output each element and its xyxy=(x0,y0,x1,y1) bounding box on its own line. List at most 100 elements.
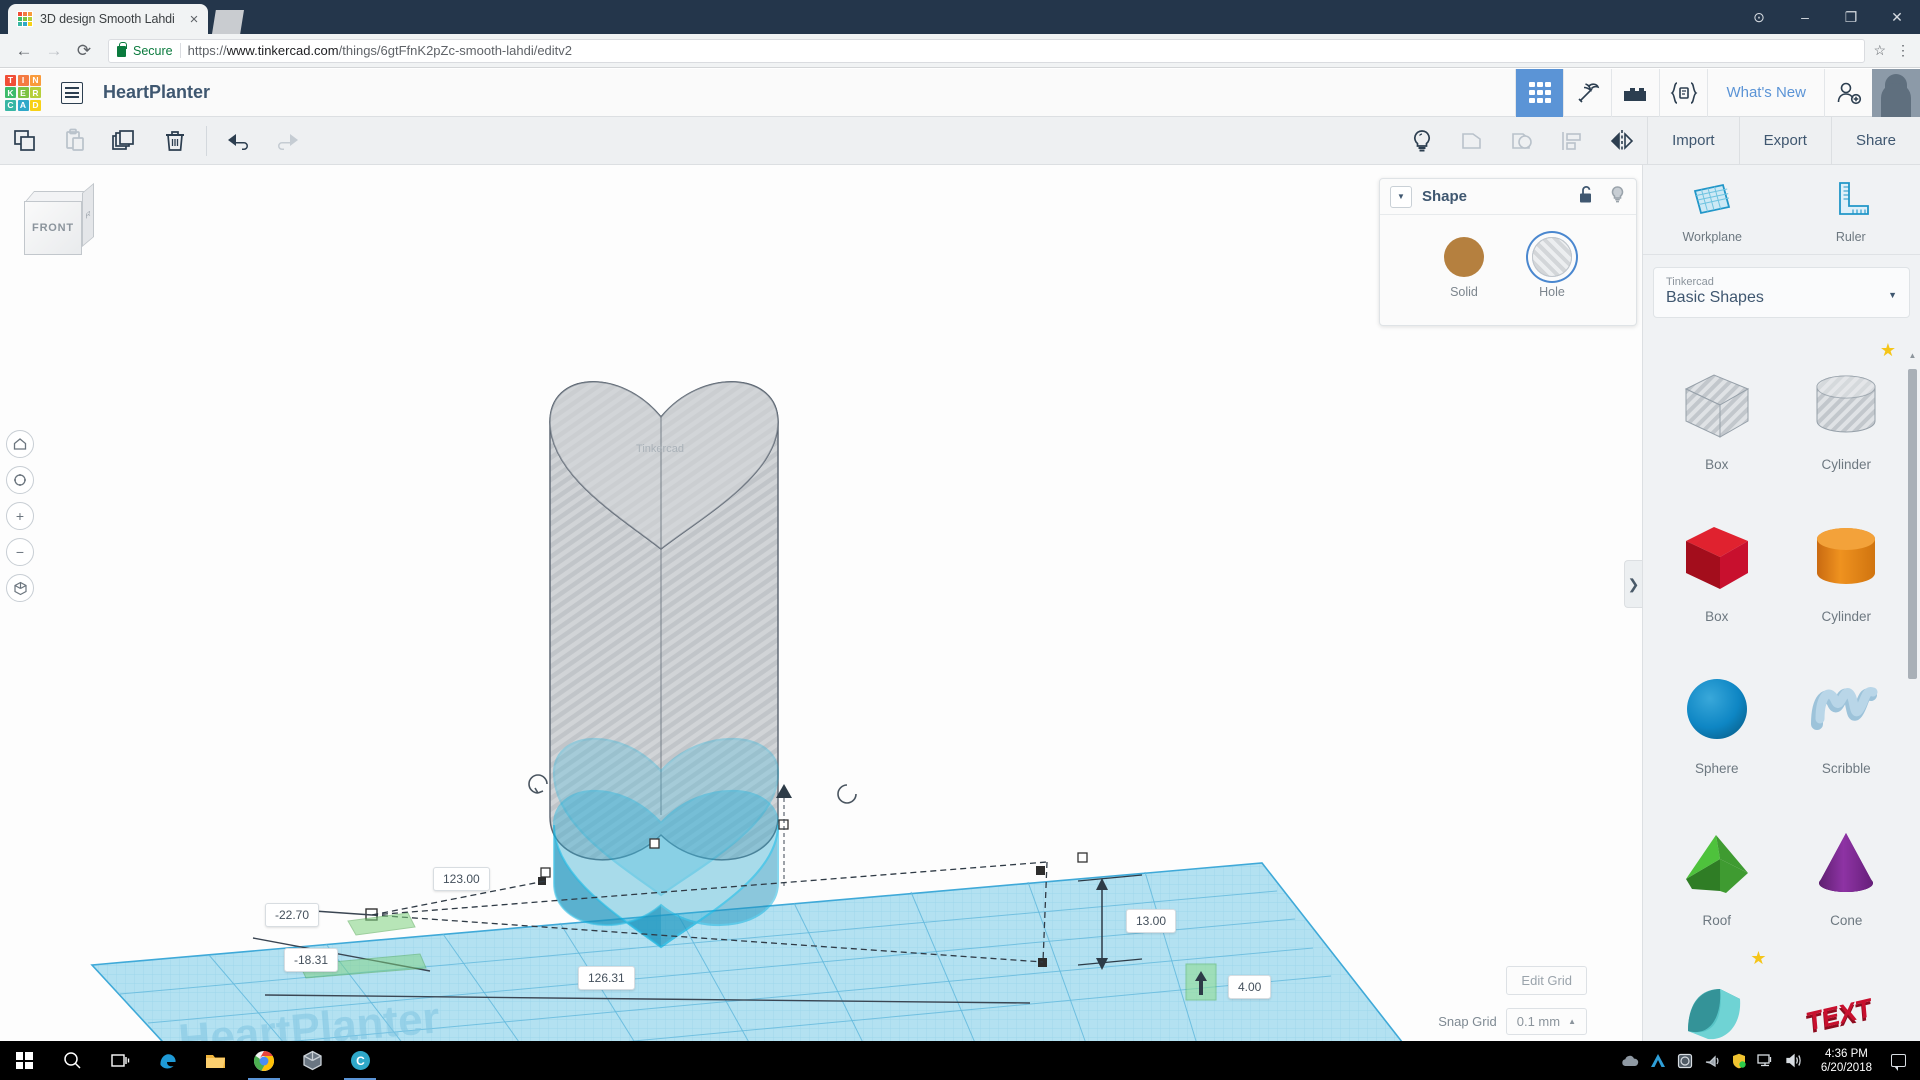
favorite-star-icon[interactable]: ★ xyxy=(1750,948,1766,969)
shield-icon[interactable] xyxy=(1732,1053,1746,1069)
action-center-icon[interactable] xyxy=(1891,1054,1906,1071)
hole-option[interactable]: Hole xyxy=(1532,237,1572,299)
3d-builder-icon[interactable] xyxy=(288,1041,336,1080)
edge-icon[interactable] xyxy=(144,1041,192,1080)
autodesk-icon[interactable] xyxy=(1650,1053,1666,1068)
design-name[interactable]: HeartPlanter xyxy=(103,82,210,103)
new-tab-button[interactable] xyxy=(212,10,244,34)
add-user-icon[interactable] xyxy=(1824,68,1872,117)
unlock-icon[interactable] xyxy=(1578,185,1595,209)
shape-label: Scribble xyxy=(1821,761,1871,776)
shape-scribble[interactable]: Scribble xyxy=(1787,642,1907,780)
back-button[interactable]: ← xyxy=(10,37,38,65)
scroll-up-arrow-icon[interactable]: ▲ xyxy=(1908,351,1917,360)
workplane-tool-label: Workplane xyxy=(1682,230,1743,244)
lightbulb-icon[interactable] xyxy=(1609,185,1626,209)
chevron-down-icon[interactable]: ▼ xyxy=(1888,290,1897,300)
reload-button[interactable]: ⟳ xyxy=(70,37,98,65)
browser-tab[interactable]: 3D design Smooth Lahdi × xyxy=(8,4,208,34)
scrollbar-thumb[interactable] xyxy=(1908,369,1917,679)
shape-cylinder-hole[interactable]: ★ Cylinder xyxy=(1787,338,1907,476)
shape-cone[interactable]: Cone xyxy=(1787,794,1907,932)
grid-icon[interactable] xyxy=(1515,68,1564,117)
search-icon[interactable] xyxy=(48,1041,96,1080)
clock-date: 6/20/2018 xyxy=(1820,1061,1872,1074)
chevron-down-icon[interactable]: ▼ xyxy=(1390,185,1412,208)
y-offset-dimension-label[interactable]: -18.31 xyxy=(284,948,339,972)
x-offset-dimension-label[interactable]: -22.70 xyxy=(265,903,320,927)
solid-swatch[interactable] xyxy=(1444,237,1484,277)
home-view-icon[interactable] xyxy=(6,430,34,458)
workplane-tool[interactable]: Workplane xyxy=(1643,179,1782,244)
designs-list-icon[interactable] xyxy=(61,81,83,104)
tinkercad-app-icon[interactable]: C xyxy=(336,1041,384,1080)
delete-icon[interactable] xyxy=(150,117,200,165)
share-button[interactable]: Share xyxy=(1830,116,1920,165)
onedrive-icon[interactable] xyxy=(1621,1054,1639,1067)
user-avatar[interactable] xyxy=(1872,68,1920,117)
copy-icon[interactable] xyxy=(0,117,50,165)
shape-cylinder-solid[interactable]: Cylinder xyxy=(1787,490,1907,628)
browser-menu-icon[interactable]: ⋮ xyxy=(1896,42,1910,59)
shapes-scrollbar[interactable]: ▲ xyxy=(1908,351,1917,991)
profile-icon[interactable]: ⊙ xyxy=(1736,0,1782,34)
selected-heart-shape[interactable] xyxy=(552,737,780,949)
solid-option[interactable]: Solid xyxy=(1444,237,1484,299)
shape-box-hole[interactable]: Box xyxy=(1657,338,1777,476)
tab-close-icon[interactable]: × xyxy=(186,12,202,27)
explorer-icon[interactable] xyxy=(192,1041,240,1080)
minimize-button[interactable]: – xyxy=(1782,0,1828,34)
ruler-tool[interactable]: Ruler xyxy=(1782,179,1920,244)
shape-label: Sphere xyxy=(1694,761,1739,776)
view-cube-front-face[interactable]: FRONT xyxy=(24,201,82,255)
import-button[interactable]: Import xyxy=(1647,116,1739,165)
forward-button: → xyxy=(45,40,63,60)
shapes-sidebar: Workplane Ruler Tinkercad Basic Shapes ▼ xyxy=(1642,165,1920,1057)
viewport-nav-controls[interactable]: + − xyxy=(6,430,34,602)
height-dimension-label[interactable]: 13.00 xyxy=(1126,909,1177,933)
view-cube[interactable]: R FRONT xyxy=(24,182,98,255)
duplicate-icon[interactable] xyxy=(100,117,150,165)
zoom-in-icon[interactable]: + xyxy=(6,502,34,530)
sound-device-icon[interactable] xyxy=(1704,1053,1721,1068)
codeblocks-icon[interactable] xyxy=(1659,68,1707,117)
network-icon[interactable] xyxy=(1757,1053,1774,1068)
shape-roof[interactable]: Roof xyxy=(1657,794,1777,932)
3d-viewer-icon[interactable] xyxy=(1677,1053,1693,1069)
logo-letter: I xyxy=(17,74,29,86)
zoom-out-icon[interactable]: − xyxy=(6,538,34,566)
ortho-view-icon[interactable] xyxy=(6,574,34,602)
shape-box-solid[interactable]: Box xyxy=(1657,490,1777,628)
snap-grid-select[interactable]: 0.1 mm ▲ xyxy=(1505,1008,1587,1035)
shapes-grid[interactable]: Box ★ Cylinder Box Cylinder Sphere Scrib… xyxy=(1643,330,1920,1057)
bookmark-star-icon[interactable]: ☆ xyxy=(1873,42,1886,59)
shape-library-dropdown[interactable]: Tinkercad Basic Shapes ▼ xyxy=(1653,267,1910,318)
blocks-icon[interactable] xyxy=(1611,68,1659,117)
tinkercad-logo[interactable]: T I N K E R C A D xyxy=(5,74,41,111)
hole-swatch[interactable] xyxy=(1532,237,1572,277)
width-dimension-label[interactable]: 126.31 xyxy=(578,966,635,990)
close-window-button[interactable]: ✕ xyxy=(1874,0,1920,34)
windows-start-icon[interactable] xyxy=(0,1041,48,1080)
undo-icon[interactable] xyxy=(213,117,263,165)
export-button[interactable]: Export xyxy=(1738,116,1831,165)
whats-new-link[interactable]: What's New xyxy=(1707,68,1824,117)
chrome-icon[interactable] xyxy=(240,1041,288,1080)
address-bar[interactable]: Secure https://www.tinkercad.com/things/… xyxy=(108,38,1866,63)
snap-grid-row: Snap Grid 0.1 mm ▲ xyxy=(1438,1008,1587,1035)
panel-collapse-button[interactable]: ❯ xyxy=(1624,560,1642,608)
shape-sphere[interactable]: Sphere xyxy=(1657,642,1777,780)
maximize-button[interactable]: ❐ xyxy=(1828,0,1874,34)
length-dimension-label[interactable]: 123.00 xyxy=(433,867,490,891)
fit-view-icon[interactable] xyxy=(6,466,34,494)
pickaxe-icon[interactable] xyxy=(1563,68,1611,117)
volume-icon[interactable] xyxy=(1785,1053,1802,1068)
favorite-star-icon[interactable]: ★ xyxy=(1880,340,1896,361)
view-cube-side-face[interactable]: R xyxy=(82,182,94,247)
z-offset-dimension-label[interactable]: 4.00 xyxy=(1228,975,1272,999)
lightbulb-icon[interactable] xyxy=(1397,117,1447,165)
taskbar-clock[interactable]: 4:36 PM 6/20/2018 xyxy=(1813,1047,1880,1075)
task-view-icon[interactable] xyxy=(96,1041,144,1080)
mirror-icon[interactable] xyxy=(1597,117,1647,165)
edit-grid-button[interactable]: Edit Grid xyxy=(1506,966,1587,995)
